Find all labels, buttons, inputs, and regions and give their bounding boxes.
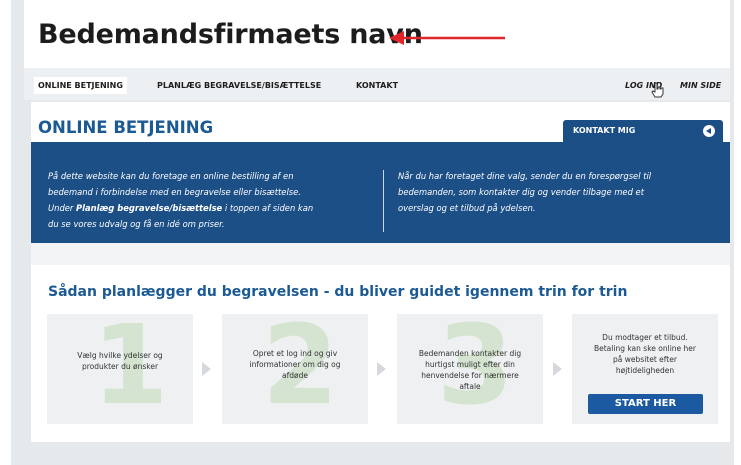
hand-cursor-icon — [651, 82, 664, 98]
step-3-card: 3 Bedemanden kontakter dig hurtigst muli… — [397, 310, 543, 424]
step-1-card: 1 Vælg hvilke ydelser og produkter du øn… — [47, 310, 193, 424]
arrow-left-circle-icon — [703, 125, 715, 137]
chevron-right-icon — [553, 362, 562, 376]
red-arrow-icon — [389, 31, 505, 45]
banner-divider — [383, 170, 384, 232]
chevron-right-icon — [377, 362, 386, 376]
nav-online-betjening[interactable]: ONLINE BETJENING — [34, 77, 127, 94]
chevron-right-icon — [202, 362, 211, 376]
banner-text-right: Når du har foretaget dine valg, sender d… — [398, 171, 652, 213]
company-name: Bedemandsfirmaets navn — [38, 19, 423, 50]
step-description: Opret et log ind og giv informationer om… — [249, 349, 341, 380]
page-title: ONLINE BETJENING — [38, 118, 214, 137]
banner-text-left: På dette website kan du foretage en onli… — [48, 171, 314, 229]
step-description: Du modtager et tilbud. Betaling kan ske … — [593, 333, 696, 375]
steps-heading: Sådan planlægger du begravelsen - du bli… — [48, 284, 628, 300]
contact-me-button[interactable]: KONTAKT MIG — [563, 120, 723, 142]
nav-kontakt[interactable]: KONTAKT — [352, 77, 402, 94]
contact-me-label: KONTAKT MIG — [573, 126, 636, 135]
step-description: Vælg hvilke ydelser og produkter du ønsk… — [77, 351, 163, 371]
start-here-button[interactable]: START HER — [588, 394, 703, 414]
banner-footer-strip — [31, 243, 730, 265]
nav-planlaeg-begravelse[interactable]: PLANLÆG BEGRAVELSE/BISÆTTELSE — [153, 77, 325, 94]
my-page-link[interactable]: MIN SIDE — [676, 77, 725, 94]
step-2-card: 2 Opret et log ind og giv informationer … — [222, 310, 368, 424]
step-description: Bedemanden kontakter dig hurtigst muligt… — [418, 349, 522, 391]
